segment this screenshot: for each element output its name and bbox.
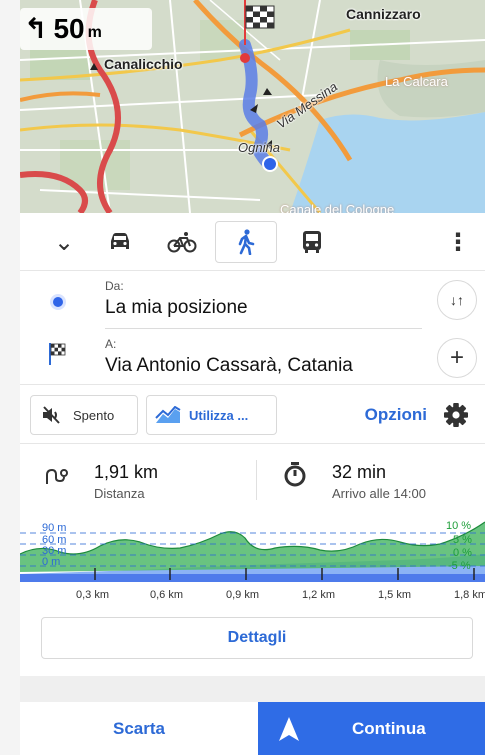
map-label-ognina: Ognina [238, 140, 280, 155]
turn-distance: 50 [53, 13, 85, 44]
to-label: A: [105, 337, 117, 351]
bike-profile-button[interactable] [162, 221, 202, 263]
x-label-1-8: 1,8 km [454, 589, 485, 601]
sound-toggle-label: Spento [73, 407, 115, 423]
x-label-0-3: 0,3 km [76, 589, 110, 601]
my-location-icon [50, 294, 66, 310]
continue-label: Continua [352, 719, 426, 738]
turn-left-icon: ↰ [24, 13, 48, 44]
x-label-1-5: 1,5 km [378, 589, 412, 601]
details-button[interactable]: Dettagli [41, 617, 473, 659]
swap-icon: ↓↑ [450, 292, 464, 308]
map-label-canalicchio: Canalicchio [104, 56, 183, 72]
x-label-0-6: 0,6 km [150, 589, 184, 601]
to-value: Via Antonio Cassarà, Catania [105, 355, 353, 376]
elevation-chart[interactable]: 90 m 60 m 30 m 0 m 10 % 5 % 0 % -5 % 0,3… [20, 514, 485, 604]
slope-5: 5 % [453, 534, 472, 546]
bottom-bar: Scarta Continua [20, 702, 485, 755]
car-icon [111, 233, 129, 249]
continue-button[interactable]: Continua [258, 702, 485, 755]
slope-minus-5: -5 % [448, 560, 471, 572]
map-view[interactable]: ↰ 50 m Canalicchio Cannizzaro La Calcara… [20, 0, 485, 213]
more-menu-icon[interactable]: ⋮ [440, 221, 476, 263]
map-label-canale: Canale del Cologne [280, 202, 395, 213]
time-value: 32 min [332, 462, 387, 482]
bus-profile-button[interactable] [292, 221, 332, 263]
route-stats: 1,91 km Distanza 32 min Arrivo alle 14:0… [20, 444, 485, 512]
sound-toggle-button[interactable]: Spento [30, 395, 138, 435]
x-label-0-9: 0,9 km [226, 589, 260, 601]
navigation-arrow-icon [279, 717, 299, 741]
turn-instruction: ↰ 50 m [20, 8, 152, 50]
map-label-cannizzaro: Cannizzaro [346, 6, 421, 22]
route-to-row[interactable]: A: Via Antonio Cassarà, Catania + [20, 329, 485, 387]
collapse-chevron-icon[interactable]: ⌄ [44, 221, 84, 263]
distance-label: Distanza [94, 486, 145, 501]
car-profile-button[interactable] [100, 221, 140, 263]
walk-icon [238, 229, 255, 255]
elev-y-0: 0 m [42, 556, 61, 568]
section-gap [20, 676, 485, 702]
profile-selector: ⌄ ⋮ [20, 213, 485, 271]
options-link[interactable]: Opzioni [365, 405, 427, 425]
add-waypoint-button[interactable]: + [437, 338, 477, 378]
arrival-label: Arrivo alle 14:00 [332, 486, 426, 501]
from-value: La mia posizione [105, 297, 248, 318]
terrain-option-button[interactable]: Utilizza ... [146, 395, 277, 435]
map-label-la-calcara: La Calcara [385, 74, 448, 89]
x-label-1-2: 1,2 km [302, 589, 336, 601]
terrain-option-label: Utilizza ... [189, 407, 249, 423]
elev-y-90: 90 m [42, 522, 67, 534]
gear-icon[interactable] [443, 402, 469, 428]
discard-button[interactable]: Scarta [20, 702, 258, 755]
terrain-chart-icon [155, 406, 181, 424]
elevation-graph [20, 514, 485, 589]
screen: ↰ 50 m Canalicchio Cannizzaro La Calcara… [20, 0, 485, 755]
stats-divider [256, 460, 257, 500]
distance-value: 1,91 km [94, 462, 159, 482]
swap-route-button[interactable]: ↓↑ [437, 280, 477, 320]
walk-profile-button[interactable] [215, 221, 277, 263]
speaker-muted-icon [39, 405, 65, 425]
from-label: Da: [105, 279, 124, 293]
slope-10: 10 % [446, 520, 472, 532]
stopwatch-icon [284, 462, 306, 487]
route-distance-icon [46, 468, 68, 484]
turn-unit: m [87, 24, 102, 41]
bus-icon [303, 231, 321, 253]
bike-icon [167, 232, 197, 253]
slope-0: 0 % [453, 547, 472, 559]
route-from-row[interactable]: Da: La mia posizione ↓↑ [20, 271, 485, 329]
options-row: Spento Utilizza ... Opzioni [20, 384, 485, 444]
plus-icon: + [449, 344, 464, 371]
destination-flag-icon [48, 343, 68, 365]
